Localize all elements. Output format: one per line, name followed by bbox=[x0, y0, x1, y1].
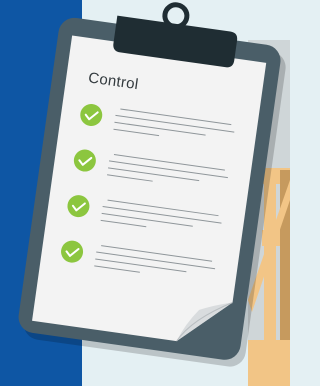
clipboard: Control bbox=[18, 2, 286, 367]
illustration-canvas: Control bbox=[18, 2, 290, 386]
stand-base bbox=[248, 340, 290, 386]
clip-ring-icon bbox=[162, 2, 190, 30]
paper-sheet bbox=[32, 35, 267, 342]
clipboard-illustration: Control bbox=[0, 0, 290, 386]
